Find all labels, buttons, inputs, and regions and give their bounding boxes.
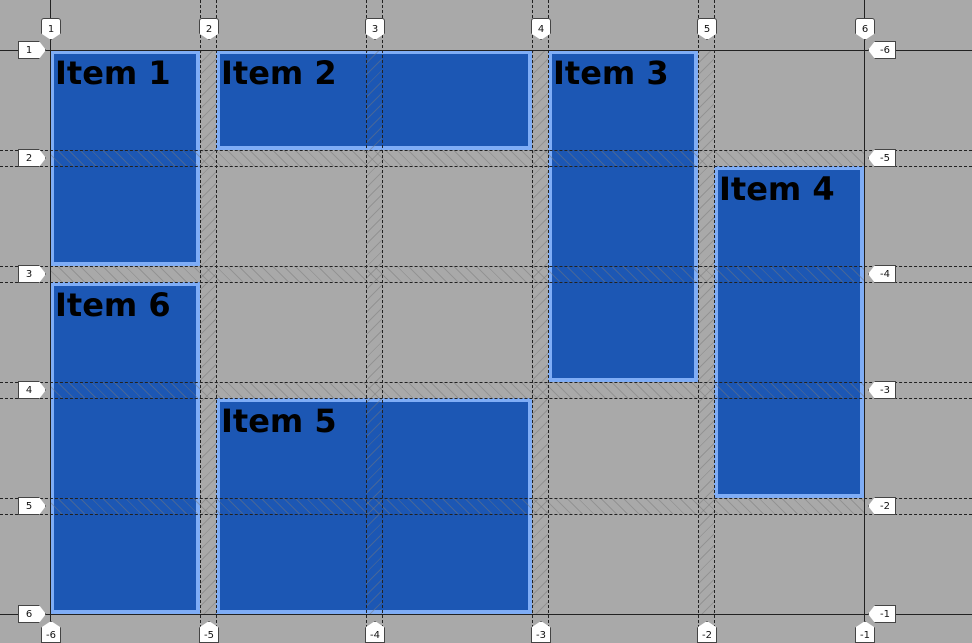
row-number-label: 4 — [18, 381, 46, 399]
row-number-label: 2 — [18, 149, 46, 167]
grid-item-3[interactable]: Item 3 — [548, 50, 698, 382]
column-number-label: 3 — [365, 18, 385, 40]
row-negative-label: -4 — [868, 265, 896, 283]
row-number-label: 3 — [18, 265, 46, 283]
grid-item-2[interactable]: Item 2 — [216, 50, 532, 150]
grid-item-4[interactable]: Item 4 — [714, 166, 864, 498]
row-number-label: 6 — [18, 605, 46, 623]
column-number-label: 5 — [697, 18, 717, 40]
column-number-label: 2 — [199, 18, 219, 40]
column-negative-label: -6 — [41, 621, 61, 643]
grid-line-row-6 — [0, 614, 972, 615]
grid-item-1[interactable]: Item 1 — [50, 50, 200, 266]
column-negative-label: -5 — [199, 621, 219, 643]
column-negative-label: -2 — [697, 621, 717, 643]
column-number-label: 1 — [41, 18, 61, 40]
grid-container: Item 1 Item 2 Item 3 Item 4 Item 5 Item … — [50, 50, 864, 614]
grid-line-col-6 — [864, 0, 865, 643]
row-negative-label: -3 — [868, 381, 896, 399]
column-negative-label: -1 — [855, 621, 875, 643]
row-number-label: 5 — [18, 497, 46, 515]
grid-item-5[interactable]: Item 5 — [216, 398, 532, 614]
grid-item-6[interactable]: Item 6 — [50, 282, 200, 614]
column-negative-label: -4 — [365, 621, 385, 643]
row-negative-label: -5 — [868, 149, 896, 167]
row-negative-label: -2 — [868, 497, 896, 515]
row-negative-label: -6 — [868, 41, 896, 59]
row-number-label: 1 — [18, 41, 46, 59]
column-number-label: 4 — [531, 18, 551, 40]
column-negative-label: -3 — [531, 621, 551, 643]
column-number-label: 6 — [855, 18, 875, 40]
row-negative-label: -1 — [868, 605, 896, 623]
